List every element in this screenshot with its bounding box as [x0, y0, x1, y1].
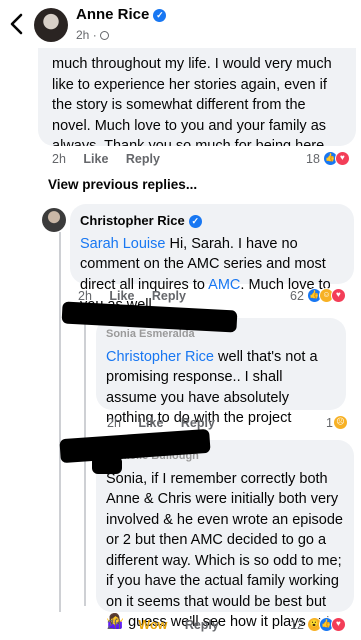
- mention-link[interactable]: Christopher Rice: [106, 349, 214, 365]
- mention-link[interactable]: Sarah Louise: [80, 236, 165, 252]
- comment-bubble: Danielle Bullough Sonia, if I remember c…: [96, 440, 354, 630]
- post-time: 2h: [76, 28, 90, 42]
- thread-line: [59, 232, 61, 612]
- verified-badge-icon: ✓: [188, 215, 202, 228]
- comment-text: much throughout my life. I would very mu…: [52, 56, 332, 146]
- like-button[interactable]: Like: [83, 152, 108, 166]
- comment-time: 2h: [107, 618, 121, 632]
- love-reaction-icon: ♥: [330, 617, 346, 632]
- view-previous-replies-link[interactable]: View previous replies...: [48, 177, 197, 192]
- love-reaction-icon: ♥: [334, 151, 350, 166]
- wow-button[interactable]: Wow: [138, 618, 167, 632]
- love-reaction-icon: ♥: [330, 288, 346, 303]
- like-button[interactable]: Like: [109, 289, 134, 303]
- comment-actions: 2h Like Reply: [107, 416, 229, 430]
- comment-text: Sonia, if I remember correctly both Anne…: [106, 470, 343, 631]
- globe-icon: [99, 31, 109, 40]
- reaction-summary[interactable]: 62 👍 ☺ ♥: [290, 288, 346, 303]
- reaction-summary[interactable]: 12 😮 👍 ♥: [290, 617, 346, 632]
- comment-actions: 2h Like Reply: [78, 289, 200, 303]
- comment-time: 2h: [52, 152, 66, 166]
- reaction-count: 18: [306, 151, 320, 166]
- redaction-mark: [92, 456, 122, 474]
- reply-button[interactable]: Reply: [152, 289, 186, 303]
- page-title[interactable]: Anne Rice: [76, 6, 149, 23]
- comment-time: 2h: [78, 289, 92, 303]
- reaction-count: 62: [290, 288, 304, 303]
- reaction-summary[interactable]: 1 ☹: [326, 415, 348, 430]
- avatar[interactable]: [34, 8, 68, 42]
- reply-button[interactable]: Reply: [126, 152, 160, 166]
- comment-actions: 2h Like Reply: [52, 152, 174, 166]
- post-header: Anne Rice ✓ 2h ·: [0, 0, 361, 48]
- comment-time: 2h: [107, 416, 121, 430]
- reaction-summary[interactable]: 18 👍 ♥: [306, 151, 350, 166]
- avatar[interactable]: [42, 208, 66, 232]
- back-arrow-icon[interactable]: [8, 12, 26, 36]
- comment-bubble: Christopher Rice ✓ Sarah Louise Hi, Sarah…: [70, 204, 354, 313]
- comment-author[interactable]: Christopher Rice: [80, 213, 185, 228]
- comment-actions: 2h Wow Reply: [107, 618, 233, 632]
- reaction-count: 1: [326, 415, 333, 430]
- like-button[interactable]: Like: [138, 416, 163, 430]
- mention-link[interactable]: AMC: [208, 277, 240, 293]
- reaction-count: 12: [290, 617, 304, 632]
- verified-badge-icon: ✓: [153, 9, 167, 22]
- reply-button[interactable]: Reply: [181, 416, 215, 430]
- reply-button[interactable]: Reply: [185, 618, 219, 632]
- sad-reaction-icon: ☹: [332, 415, 348, 430]
